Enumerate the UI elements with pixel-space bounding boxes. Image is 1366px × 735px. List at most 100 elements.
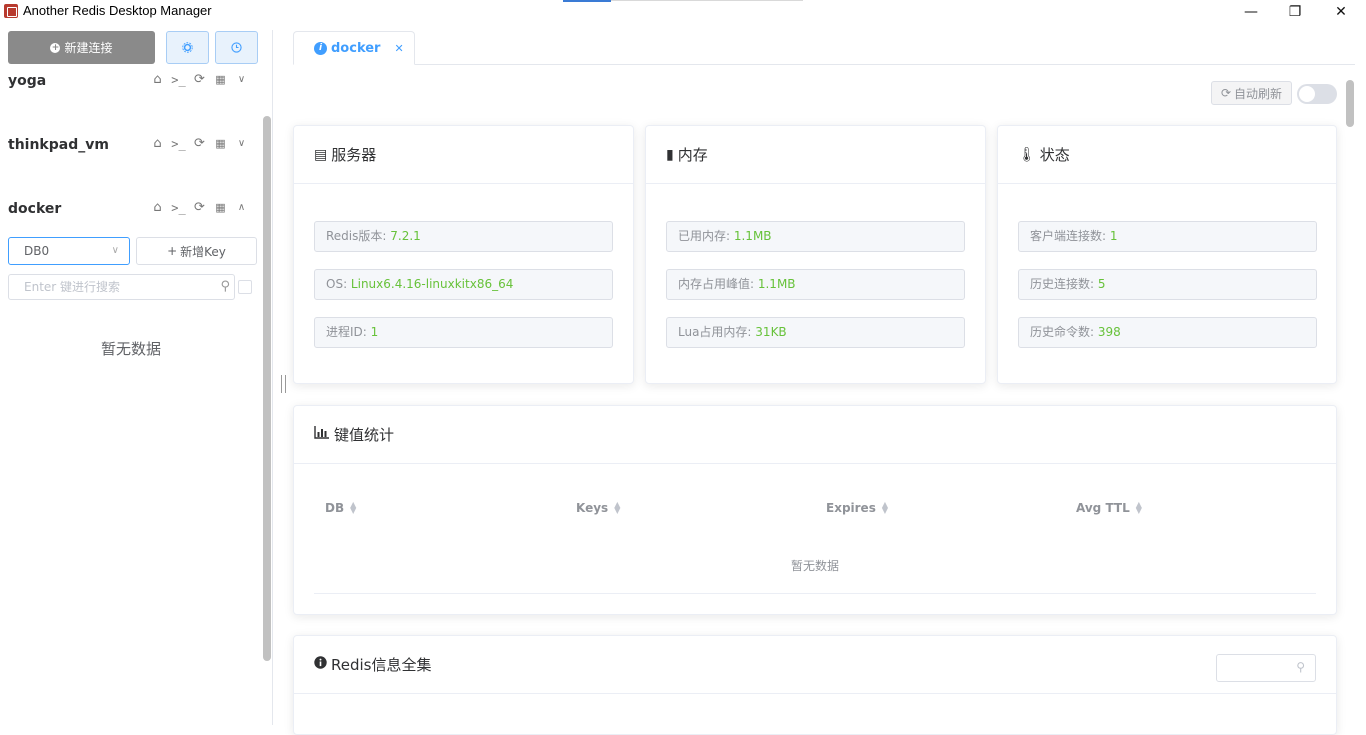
status-card-header: 🌡 状态 xyxy=(998,126,1336,184)
tab-docker[interactable]: i docker ✕ xyxy=(293,31,415,65)
minimize-button[interactable]: — xyxy=(1228,0,1274,24)
info-circle-icon xyxy=(314,656,327,673)
settings-button[interactable] xyxy=(166,31,209,64)
refresh-icon[interactable]: ⟳ xyxy=(191,200,208,215)
field-label: 客户端连接数: xyxy=(1030,229,1110,243)
connection-name: thinkpad_vm xyxy=(8,137,109,153)
redis-version-field: Redis版本: 7.2.1 xyxy=(314,221,613,252)
field-value: 5 xyxy=(1097,277,1106,291)
total-connections-field: 历史连接数: 5 xyxy=(1018,269,1317,300)
grid-icon[interactable]: ▦ xyxy=(212,201,229,214)
auto-refresh-button[interactable]: ⟳ 自动刷新 xyxy=(1211,81,1292,105)
search-icon[interactable]: ⚲ xyxy=(1296,660,1305,674)
sidebar-splitter[interactable] xyxy=(272,30,273,725)
chevron-down-icon: ∨ xyxy=(111,245,119,256)
new-connection-button[interactable]: + 新建连接 xyxy=(8,31,155,64)
key-stats-title: 键值统计 xyxy=(334,426,395,444)
column-label: DB xyxy=(325,501,345,515)
connection-item-thinkpad-vm[interactable]: thinkpad_vm ⌂ >_ ⟳ ▦ ∨ xyxy=(8,133,262,159)
column-header-expires[interactable]: Expires ▲ ▼ xyxy=(826,501,888,516)
column-header-db[interactable]: DB ▲ ▼ xyxy=(325,501,356,516)
column-header-keys[interactable]: Keys ▲ ▼ xyxy=(576,501,620,516)
field-value: 398 xyxy=(1097,325,1121,339)
search-icon[interactable]: ⚲ xyxy=(220,275,230,299)
connection-sidebar: + 新建连接 yoga ⌂ >_ ⟳ ▦ ∨ thinkpad_vm ⌂ >_ … xyxy=(0,24,272,725)
column-label: Expires xyxy=(826,501,876,515)
key-search-placeholder: Enter 键进行搜索 xyxy=(24,280,121,294)
column-label: Keys xyxy=(576,501,609,515)
auto-refresh-label: 自动刷新 xyxy=(1234,86,1283,101)
field-label: 进程ID: xyxy=(326,325,371,339)
lua-memory-field: Lua占用内存: 31KB xyxy=(666,317,965,348)
server-card: ▤ 服务器 Redis版本: 7.2.1 OS: Linux6.4.16-lin… xyxy=(293,125,634,384)
table-divider xyxy=(314,593,1316,594)
field-label: Redis版本: xyxy=(326,229,391,243)
total-commands-field: 历史命令数: 398 xyxy=(1018,317,1317,348)
key-search-input[interactable]: Enter 键进行搜索 ⚲ xyxy=(8,274,235,300)
chevron-down-icon[interactable]: ∨ xyxy=(233,74,250,85)
refresh-icon[interactable]: ⟳ xyxy=(191,72,208,87)
sort-icon[interactable]: ▲ ▼ xyxy=(882,501,888,515)
terminal-icon[interactable]: >_ xyxy=(170,73,187,87)
terminal-icon[interactable]: >_ xyxy=(170,137,187,151)
settings-icon xyxy=(182,42,193,53)
field-value: 1.1MB xyxy=(757,277,796,291)
field-label: OS: xyxy=(326,277,351,291)
client-connections-field: 客户端连接数: 1 xyxy=(1018,221,1317,252)
title-accent-bar xyxy=(563,0,611,2)
sort-icon[interactable]: ▲ ▼ xyxy=(350,501,356,515)
chevron-down-icon[interactable]: ∨ xyxy=(233,138,250,149)
peak-memory-field: 内存占用峰值: 1.1MB xyxy=(666,269,965,300)
key-stats-empty-text: 暂无数据 xyxy=(790,559,839,573)
new-key-label: 新增Key xyxy=(180,244,226,259)
refresh-icon[interactable]: ⟳ xyxy=(191,136,208,151)
status-card: 🌡 状态 客户端连接数: 1 历史连接数: 5 历史命令数: 398 xyxy=(997,125,1337,384)
clock-icon xyxy=(231,42,242,53)
server-icon: ▤ xyxy=(314,146,328,163)
maximize-button[interactable]: ❐ xyxy=(1272,0,1318,24)
new-key-button[interactable]: + 新增Key xyxy=(136,237,257,265)
resize-handle-icon[interactable] xyxy=(281,375,286,393)
process-id-field: 进程ID: 1 xyxy=(314,317,613,348)
plus-circle-icon: + xyxy=(50,42,61,53)
exact-search-checkbox[interactable] xyxy=(238,280,252,294)
field-value: 7.2.1 xyxy=(390,229,421,243)
main-scrollbar[interactable] xyxy=(1346,80,1354,127)
info-icon: i xyxy=(314,41,327,55)
field-label: 已用内存: xyxy=(678,229,734,243)
sidebar-scrollbar[interactable] xyxy=(263,116,271,661)
chevron-up-icon[interactable]: ∧ xyxy=(233,202,250,213)
plus-icon: + xyxy=(167,244,178,258)
field-value: 1 xyxy=(370,325,379,339)
empty-keys-text: 暂无数据 xyxy=(100,340,161,358)
used-memory-field: 已用内存: 1.1MB xyxy=(666,221,965,252)
status-card-title: 状态 xyxy=(1039,146,1070,164)
field-value: 31KB xyxy=(755,325,787,339)
home-icon[interactable]: ⌂ xyxy=(149,72,166,87)
auto-refresh-toggle[interactable] xyxy=(1297,84,1337,104)
home-icon[interactable]: ⌂ xyxy=(149,200,166,215)
column-header-avg-ttl[interactable]: Avg TTL ▲ ▼ xyxy=(1076,501,1142,516)
terminal-icon[interactable]: >_ xyxy=(170,201,187,215)
redis-info-search-input[interactable]: ⚲ xyxy=(1216,654,1316,682)
field-value: 1.1MB xyxy=(733,229,772,243)
server-card-title: 服务器 xyxy=(331,146,377,164)
close-tab-icon[interactable]: ✕ xyxy=(394,42,403,55)
close-window-button[interactable]: ✕ xyxy=(1318,0,1364,24)
home-icon[interactable]: ⌂ xyxy=(149,136,166,151)
connection-item-yoga[interactable]: yoga ⌂ >_ ⟳ ▦ ∨ xyxy=(8,69,262,95)
refresh-icon: ⟳ xyxy=(1220,86,1232,100)
sort-icon[interactable]: ▲ ▼ xyxy=(614,501,620,515)
connection-item-docker[interactable]: docker ⌂ >_ ⟳ ▦ ∧ xyxy=(8,197,262,223)
field-label: 历史命令数: xyxy=(1030,325,1098,339)
thermometer-icon: 🌡 xyxy=(1018,146,1036,163)
grid-icon[interactable]: ▦ xyxy=(212,137,229,150)
grid-icon[interactable]: ▦ xyxy=(212,73,229,86)
window-title: Another Redis Desktop Manager xyxy=(23,3,212,18)
sort-icon[interactable]: ▲ ▼ xyxy=(1136,501,1142,515)
db-select[interactable]: DB0 ∨ xyxy=(8,237,130,265)
app-logo-icon xyxy=(4,4,18,18)
tabs-bottom-border xyxy=(293,64,1355,65)
redis-info-card: Redis信息全集 ⚲ xyxy=(293,635,1337,735)
command-history-button[interactable] xyxy=(215,31,258,64)
